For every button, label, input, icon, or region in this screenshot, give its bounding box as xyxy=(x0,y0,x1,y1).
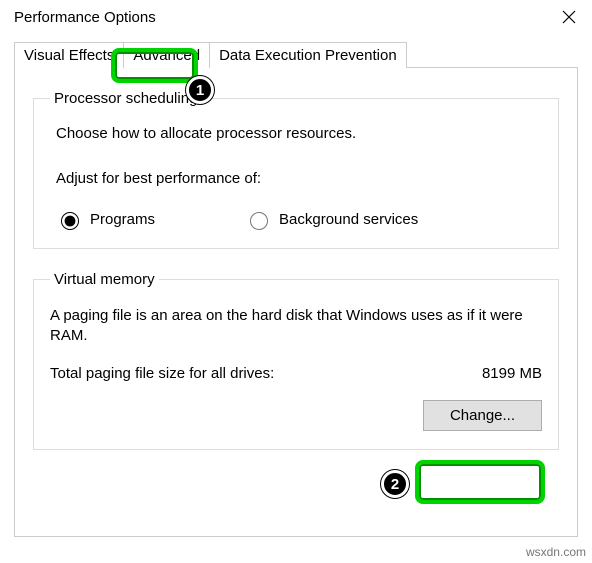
vm-desc: A paging file is an area on the hard dis… xyxy=(50,306,542,347)
vm-size-value: 8199 MB xyxy=(482,365,542,382)
radio-programs-input[interactable] xyxy=(61,212,79,230)
change-button[interactable]: Change... xyxy=(423,400,542,431)
tab-visual-effects[interactable]: Visual Effects xyxy=(14,42,124,68)
close-icon[interactable] xyxy=(560,8,578,26)
radio-programs[interactable]: Programs xyxy=(56,209,155,230)
tab-advanced[interactable]: Advanced xyxy=(123,42,210,68)
radio-background-input[interactable] xyxy=(250,212,268,230)
titlebar: Performance Options xyxy=(0,0,592,36)
tab-strip: Visual Effects Advanced Data Execution P… xyxy=(14,42,592,68)
processor-scheduling-group: Processor scheduling Choose how to alloc… xyxy=(33,90,559,249)
radio-background-label: Background services xyxy=(279,211,418,228)
virtual-memory-legend: Virtual memory xyxy=(50,271,159,288)
radio-background[interactable]: Background services xyxy=(245,209,418,230)
tab-content-advanced: Processor scheduling Choose how to alloc… xyxy=(14,67,578,537)
processor-scheduling-legend: Processor scheduling xyxy=(50,90,201,107)
vm-size-label: Total paging file size for all drives: xyxy=(50,365,274,382)
radio-programs-label: Programs xyxy=(90,211,155,228)
tab-dep[interactable]: Data Execution Prevention xyxy=(209,42,407,68)
watermark: wsxdn.com xyxy=(526,545,586,559)
processor-desc: Choose how to allocate processor resourc… xyxy=(56,125,542,142)
virtual-memory-group: Virtual memory A paging file is an area … xyxy=(33,271,559,450)
adjust-label: Adjust for best performance of: xyxy=(56,170,542,187)
window-title: Performance Options xyxy=(14,9,156,26)
